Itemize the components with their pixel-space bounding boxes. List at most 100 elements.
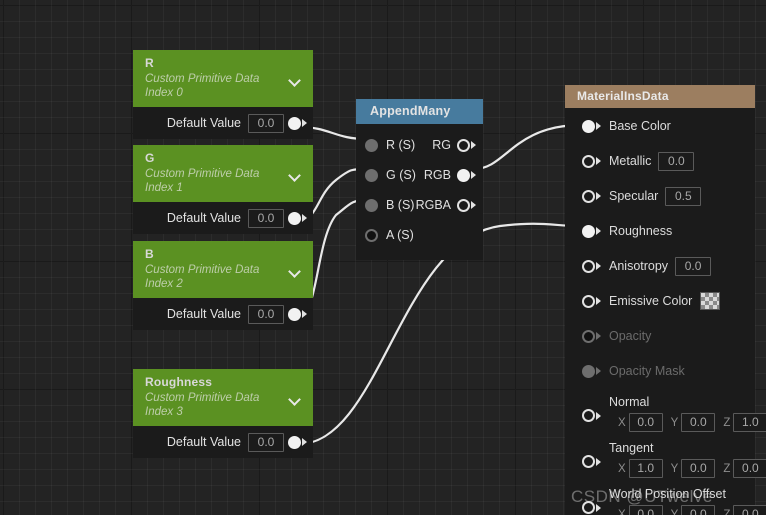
material-input-opacity[interactable]: Opacity bbox=[565, 325, 755, 347]
material-input-value[interactable]: 0.0 bbox=[675, 256, 712, 276]
append-many-header[interactable]: AppendMany bbox=[356, 99, 483, 124]
output-pin-icon[interactable] bbox=[288, 307, 301, 321]
input-pin-icon[interactable] bbox=[582, 154, 595, 168]
append-output-rg-label: RG bbox=[432, 138, 451, 152]
input-pin-wrap[interactable] bbox=[582, 259, 601, 273]
normal-z-field[interactable]: 1.0 bbox=[733, 413, 766, 432]
material-input-value[interactable]: 0.5 bbox=[665, 186, 702, 206]
param-node-roughness-header[interactable]: Roughness Custom Primitive Data Index 3 bbox=[133, 369, 313, 426]
input-pin-icon[interactable] bbox=[582, 329, 595, 343]
output-pin-icon[interactable] bbox=[288, 435, 301, 449]
append-output-rgba[interactable]: RGBA bbox=[416, 198, 476, 212]
append-output-rg[interactable]: RG bbox=[432, 138, 476, 152]
output-pin-icon[interactable] bbox=[457, 198, 470, 212]
param-node-g-output-pin[interactable] bbox=[288, 211, 307, 225]
material-input-base-color[interactable]: Base Color bbox=[565, 115, 755, 137]
input-pin-wrap[interactable] bbox=[582, 119, 601, 133]
chevron-down-icon[interactable] bbox=[289, 171, 303, 180]
pin-arrow-icon bbox=[302, 438, 307, 446]
param-node-g-subtitle: Custom Primitive Data Index 1 bbox=[145, 168, 260, 194]
input-pin-icon[interactable] bbox=[582, 409, 595, 422]
input-pin-icon[interactable] bbox=[582, 119, 595, 133]
append-many-title: AppendMany bbox=[370, 104, 451, 118]
append-input-r[interactable]: R (S) bbox=[365, 138, 415, 152]
param-node-g-header[interactable]: G Custom Primitive Data Index 1 bbox=[133, 145, 313, 202]
default-value-label: Default Value bbox=[166, 116, 241, 130]
material-input-label: Roughness bbox=[609, 224, 673, 238]
material-input-metallic[interactable]: Metallic 0.0 bbox=[565, 150, 755, 172]
param-node-roughness[interactable]: Roughness Custom Primitive Data Index 3 … bbox=[133, 369, 313, 458]
input-pin-wrap[interactable] bbox=[582, 409, 601, 422]
wpo-x-field[interactable]: 0.0 bbox=[628, 505, 663, 515]
chevron-down-icon[interactable] bbox=[289, 76, 303, 85]
param-node-b-header[interactable]: B Custom Primitive Data Index 2 bbox=[133, 241, 313, 298]
default-value-field[interactable]: 0.0 bbox=[248, 304, 284, 324]
input-pin-icon[interactable] bbox=[365, 198, 378, 212]
material-input-emissive-color[interactable]: Emissive Color bbox=[565, 290, 755, 312]
output-pin-icon[interactable] bbox=[457, 138, 470, 152]
param-node-r[interactable]: R Custom Primitive Data Index 0 Default … bbox=[133, 50, 313, 139]
input-pin-icon[interactable] bbox=[365, 168, 378, 182]
wpo-y-field[interactable]: 0.0 bbox=[681, 505, 716, 515]
tangent-y-field[interactable]: 0.0 bbox=[681, 459, 716, 478]
material-input-value[interactable]: 0.0 bbox=[658, 151, 695, 171]
append-input-g[interactable]: G (S) bbox=[365, 168, 416, 182]
input-pin-wrap[interactable] bbox=[582, 329, 601, 343]
input-pin-wrap[interactable] bbox=[582, 501, 601, 514]
input-pin-icon[interactable] bbox=[582, 259, 595, 273]
append-input-a[interactable]: A (S) bbox=[365, 228, 414, 242]
input-pin-icon[interactable] bbox=[582, 455, 595, 468]
material-graph-canvas[interactable]: R Custom Primitive Data Index 0 Default … bbox=[0, 0, 766, 515]
chevron-down-icon[interactable] bbox=[289, 267, 303, 276]
input-pin-icon[interactable] bbox=[582, 189, 595, 203]
input-pin-icon[interactable] bbox=[365, 228, 378, 242]
input-pin-icon[interactable] bbox=[582, 294, 595, 308]
pin-arrow-icon bbox=[596, 411, 601, 420]
material-input-label: Metallic bbox=[609, 154, 652, 168]
output-pin-icon[interactable] bbox=[288, 211, 301, 225]
default-value-field[interactable]: 0.0 bbox=[248, 208, 284, 228]
input-pin-icon[interactable] bbox=[582, 364, 595, 378]
tangent-x-field[interactable]: 1.0 bbox=[628, 459, 663, 478]
output-pin-icon[interactable] bbox=[457, 168, 470, 182]
material-ins-data-node[interactable]: MaterialInsData Base Color Metallic 0.0 bbox=[565, 85, 766, 515]
input-pin-icon[interactable] bbox=[582, 224, 595, 238]
material-input-opacity-mask[interactable]: Opacity Mask bbox=[565, 360, 755, 382]
append-row-b: B (S) RGBA bbox=[356, 190, 483, 220]
param-node-b[interactable]: B Custom Primitive Data Index 2 Default … bbox=[133, 241, 313, 330]
wpo-z-field[interactable]: 0.0 bbox=[733, 505, 766, 515]
material-input-specular[interactable]: Specular 0.5 bbox=[565, 185, 755, 207]
material-ins-data-header[interactable]: MaterialInsData bbox=[565, 85, 755, 108]
param-node-b-output-pin[interactable] bbox=[288, 307, 307, 321]
color-swatch-icon[interactable] bbox=[700, 292, 721, 310]
input-pin-icon[interactable] bbox=[582, 501, 595, 514]
append-input-b[interactable]: B (S) bbox=[365, 198, 414, 212]
input-pin-wrap[interactable] bbox=[582, 224, 601, 238]
output-pin-icon[interactable] bbox=[288, 116, 301, 130]
append-output-rgb[interactable]: RGB bbox=[424, 168, 476, 182]
normal-y-field[interactable]: 0.0 bbox=[681, 413, 716, 432]
pin-arrow-icon bbox=[596, 332, 601, 340]
input-pin-wrap[interactable] bbox=[582, 154, 601, 168]
default-value-field[interactable]: 0.0 bbox=[248, 113, 284, 133]
param-node-r-header[interactable]: R Custom Primitive Data Index 0 bbox=[133, 50, 313, 107]
param-node-g[interactable]: G Custom Primitive Data Index 1 Default … bbox=[133, 145, 313, 234]
chevron-down-icon[interactable] bbox=[289, 395, 303, 404]
tangent-z-field[interactable]: 0.0 bbox=[733, 459, 766, 478]
material-input-tangent[interactable]: Tangent X 1.0 Y 0.0 Z 0.0 bbox=[565, 441, 766, 478]
input-pin-wrap[interactable] bbox=[582, 455, 601, 468]
input-pin-icon[interactable] bbox=[365, 138, 378, 152]
material-input-anisotropy[interactable]: Anisotropy 0.0 bbox=[565, 255, 755, 277]
default-value-field[interactable]: 0.0 bbox=[248, 432, 284, 452]
param-node-roughness-output-pin[interactable] bbox=[288, 435, 307, 449]
material-input-normal[interactable]: Normal X 0.0 Y 0.0 Z 1.0 bbox=[565, 395, 766, 432]
material-input-label: Base Color bbox=[609, 119, 671, 133]
normal-x-field[interactable]: 0.0 bbox=[628, 413, 663, 432]
material-input-roughness[interactable]: Roughness bbox=[565, 220, 755, 242]
input-pin-wrap[interactable] bbox=[582, 364, 601, 378]
param-node-r-output-pin[interactable] bbox=[288, 116, 307, 130]
append-many-node[interactable]: AppendMany R (S) RG G (S) RGB B (S) RGBA… bbox=[356, 99, 483, 260]
input-pin-wrap[interactable] bbox=[582, 189, 601, 203]
material-input-world-position-offset[interactable]: World Position Offset X 0.0 Y 0.0 Z 0.0 bbox=[565, 487, 766, 515]
input-pin-wrap[interactable] bbox=[582, 294, 601, 308]
